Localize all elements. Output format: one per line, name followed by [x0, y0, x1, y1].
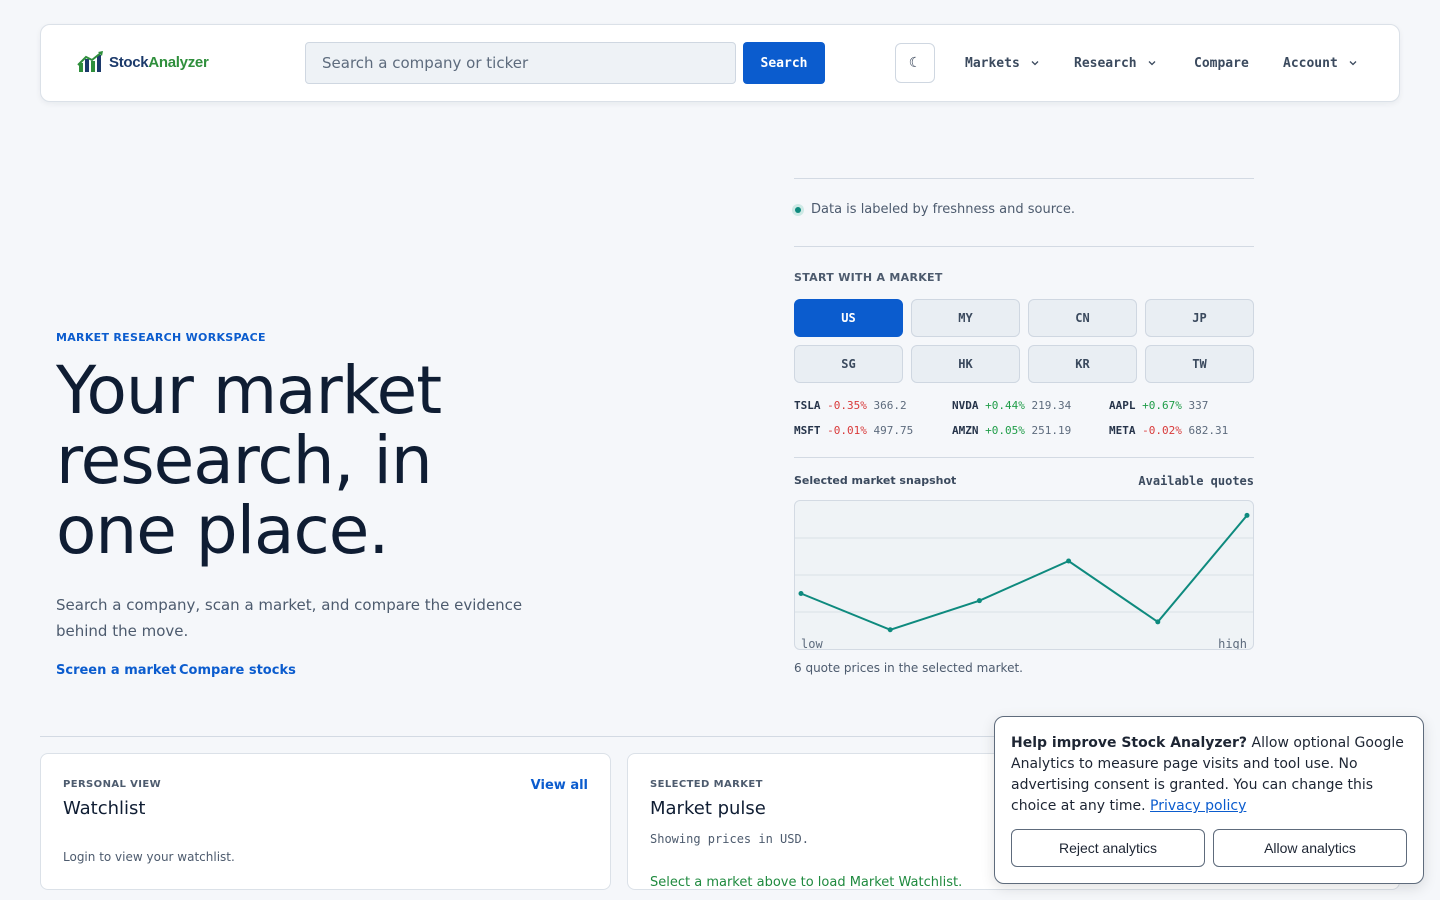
quote-item[interactable]: TSLA -0.35% 366.2: [794, 399, 907, 412]
market-button-kr[interactable]: KR: [1028, 345, 1137, 383]
market-button-cn[interactable]: CN: [1028, 299, 1137, 337]
headline-line: research, in: [56, 422, 433, 499]
market-button-my[interactable]: MY: [911, 299, 1020, 337]
watchlist-card: PERSONAL VIEW Watchlist View all Login t…: [40, 753, 611, 890]
nav-account[interactable]: Account: [1283, 25, 1358, 101]
theme-toggle-button[interactable]: ☾: [895, 43, 935, 83]
chevron-down-icon: [1031, 61, 1039, 66]
quote-item[interactable]: MSFT -0.01% 497.75: [794, 424, 913, 437]
status-dot-icon: [792, 203, 804, 216]
chevron-down-icon: [1349, 61, 1357, 66]
chart-data-point: [1155, 619, 1161, 625]
hero-subtitle: Search a company, scan a market, and com…: [56, 596, 523, 640]
market-button-jp[interactable]: JP: [1145, 299, 1254, 337]
stock-analyzer-logo[interactable]: StockAnalyzer: [77, 51, 209, 73]
moon-icon: ☾: [908, 55, 922, 71]
freshness-text: Data is labeled by freshness and source.: [811, 202, 1076, 217]
chart-data-point: [798, 590, 804, 596]
nav-label: Account: [1283, 55, 1338, 71]
card-title: Watchlist: [63, 798, 146, 819]
quote-item[interactable]: META -0.02% 682.31: [1109, 424, 1228, 437]
snapshot-title: Selected market snapshot: [794, 474, 957, 487]
chart-data-point: [1244, 512, 1250, 518]
chart-data-point: [976, 598, 982, 604]
chevron-down-icon: [1148, 61, 1156, 66]
nav-markets[interactable]: Markets: [965, 25, 1040, 101]
watchlist-login-hint: Login to view your watchlist.: [63, 850, 235, 864]
logo-text: StockAnalyzer: [109, 53, 209, 71]
quote-item[interactable]: AMZN +0.05% 251.19: [952, 424, 1071, 437]
market-button-sg[interactable]: SG: [794, 345, 903, 383]
nav-label: Research: [1074, 55, 1137, 71]
search-input[interactable]: [305, 42, 736, 84]
view-all-link[interactable]: View all: [531, 778, 588, 793]
hero-eyebrow: MARKET RESEARCH WORKSPACE: [56, 331, 266, 344]
card-eyebrow: PERSONAL VIEW: [63, 779, 162, 790]
headline-line: one place.: [56, 492, 389, 569]
compare-stocks-link[interactable]: Compare stocks: [179, 663, 296, 678]
card-eyebrow: SELECTED MARKET: [650, 779, 763, 790]
quote-item[interactable]: NVDA +0.44% 219.34: [952, 399, 1071, 412]
divider: [794, 246, 1254, 247]
divider: [794, 457, 1254, 458]
quote-item[interactable]: AAPL +0.67% 337: [1109, 399, 1208, 412]
chart-high-label: high: [1218, 637, 1247, 649]
market-button-hk[interactable]: HK: [911, 345, 1020, 383]
nav-research[interactable]: Research: [1074, 25, 1157, 101]
reject-analytics-button[interactable]: Reject analytics: [1011, 829, 1205, 867]
currency-note: Showing prices in USD.: [650, 832, 809, 846]
privacy-policy-link[interactable]: Privacy policy: [1150, 798, 1246, 814]
chart-logo-icon: [77, 51, 103, 72]
market-section-label: START WITH A MARKET: [794, 271, 943, 284]
nav-compare[interactable]: Compare: [1194, 25, 1249, 101]
divider: [794, 178, 1254, 179]
market-select-hint: Select a market above to load Market Wat…: [650, 875, 963, 890]
freshness-note: Data is labeled by freshness and source.: [792, 202, 1075, 217]
available-quotes-label: Available quotes: [1138, 474, 1254, 488]
nav-label: Markets: [965, 55, 1020, 71]
nav-label: Compare: [1194, 55, 1249, 71]
market-button-tw[interactable]: TW: [1145, 345, 1254, 383]
card-title: Market pulse: [650, 798, 766, 819]
chart-series-line: [800, 514, 1248, 631]
consent-heading: Help improve Stock Analyzer?: [1011, 735, 1248, 751]
chart-data-point: [1066, 558, 1072, 564]
chart-note: 6 quote prices in the selected market.: [794, 661, 1023, 675]
consent-text: Help improve Stock Analyzer? Allow optio…: [1011, 733, 1411, 817]
screen-market-link[interactable]: Screen a market: [56, 663, 176, 678]
search-button[interactable]: Search: [743, 42, 825, 84]
chart-low-label: low: [801, 637, 823, 649]
analytics-consent-dialog: Help improve Stock Analyzer? Allow optio…: [994, 716, 1424, 884]
allow-analytics-button[interactable]: Allow analytics: [1213, 829, 1407, 867]
top-header: StockAnalyzer Search ☾ Markets Research …: [40, 24, 1400, 102]
snapshot-line-chart: low high: [795, 512, 1253, 649]
market-button-us[interactable]: US: [794, 299, 903, 337]
headline-line: Your market: [56, 352, 442, 429]
market-snapshot-chart: low high: [794, 500, 1254, 650]
chart-data-point: [887, 627, 893, 633]
hero-headline: Your market research, in one place.: [56, 356, 616, 566]
